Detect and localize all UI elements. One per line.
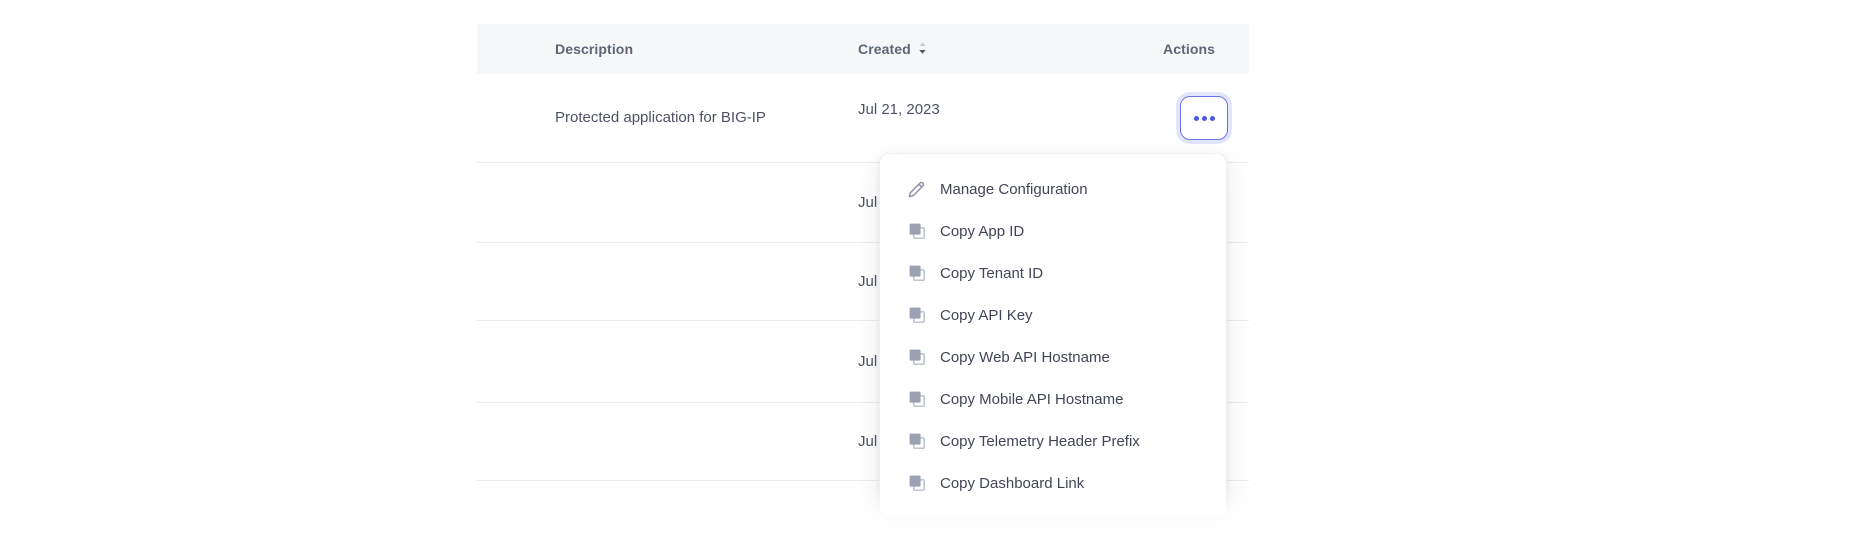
menu-item-copy-tenant-id[interactable]: Copy Tenant ID [880, 252, 1226, 294]
menu-item-label: Manage Configuration [940, 181, 1088, 198]
menu-item-label: Copy Dashboard Link [940, 475, 1084, 492]
menu-item-label: Copy API Key [940, 307, 1033, 324]
copy-icon [906, 347, 927, 368]
menu-item-copy-api-key[interactable]: Copy API Key [880, 294, 1226, 336]
row-actions-button[interactable] [1180, 96, 1228, 140]
sort-carets-icon[interactable] [918, 41, 927, 58]
menu-item-copy-mobile-api-hostname[interactable]: Copy Mobile API Hostname [880, 378, 1226, 420]
menu-item-copy-app-id[interactable]: Copy App ID [880, 210, 1226, 252]
table-row: Protected application for BIG-IP Jul 21,… [477, 74, 1249, 163]
pencil-icon [906, 179, 927, 200]
menu-item-label: Copy Telemetry Header Prefix [940, 433, 1140, 450]
copy-icon [906, 473, 927, 494]
menu-item-copy-telemetry-header-prefix[interactable]: Copy Telemetry Header Prefix [880, 420, 1226, 462]
column-header-created-label: Created [858, 41, 911, 57]
table-header: Description Created Actions [477, 24, 1249, 74]
column-header-description: Description [477, 41, 858, 57]
menu-item-manage-configuration[interactable]: Manage Configuration [880, 168, 1226, 210]
copy-icon [906, 389, 927, 410]
actions-menu: Manage Configuration Copy App ID Copy Te… [879, 153, 1227, 517]
menu-item-copy-dashboard-link[interactable]: Copy Dashboard Link [880, 462, 1226, 504]
menu-item-copy-web-api-hostname[interactable]: Copy Web API Hostname [880, 336, 1226, 378]
copy-icon [906, 221, 927, 242]
created-cell: Jul 21, 2023 [858, 74, 1163, 118]
menu-item-label: Copy Mobile API Hostname [940, 391, 1123, 408]
column-header-actions: Actions [1163, 41, 1249, 57]
ellipsis-icon [1194, 116, 1215, 121]
description-text: Protected application for BIG-IP [555, 104, 795, 132]
copy-icon [906, 305, 927, 326]
menu-item-label: Copy App ID [940, 223, 1024, 240]
description-cell: Protected application for BIG-IP [477, 104, 858, 132]
column-header-created[interactable]: Created [858, 41, 1163, 58]
copy-icon [906, 431, 927, 452]
copy-icon [906, 263, 927, 284]
menu-item-label: Copy Tenant ID [940, 265, 1043, 282]
actions-cell [1163, 96, 1249, 140]
menu-item-label: Copy Web API Hostname [940, 349, 1110, 366]
